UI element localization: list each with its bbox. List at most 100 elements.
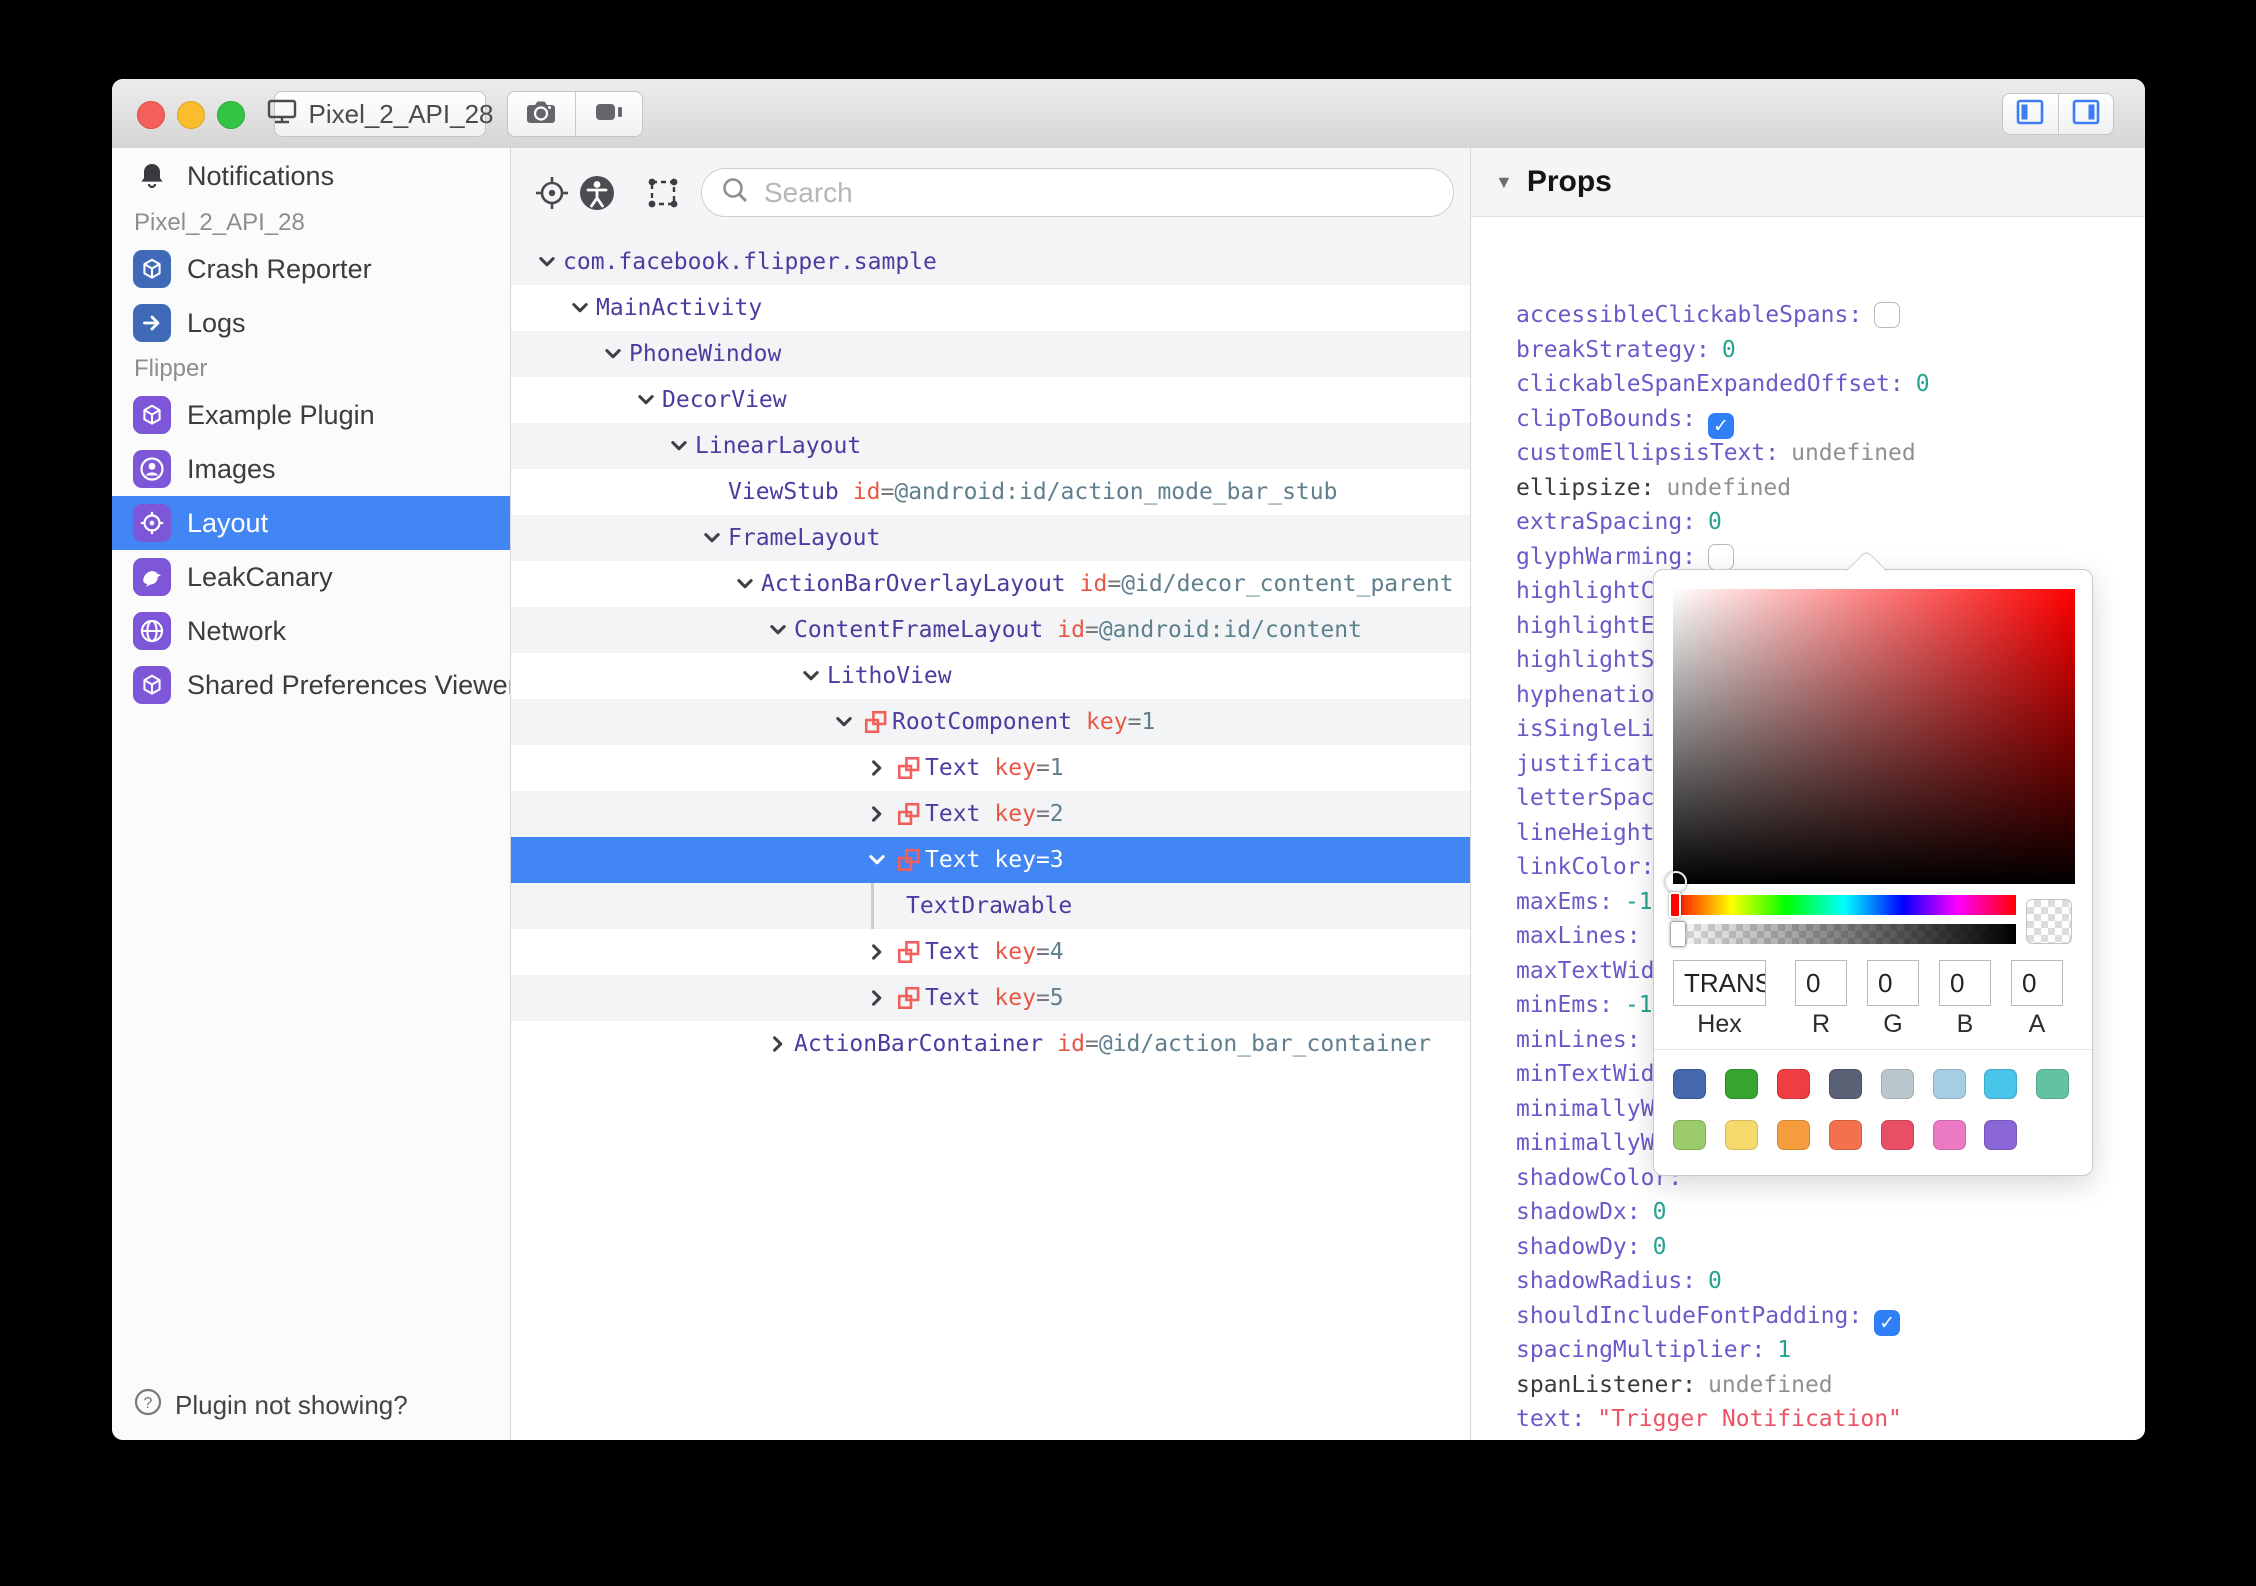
hue-slider[interactable] bbox=[1669, 892, 2016, 918]
color-swatch[interactable] bbox=[1984, 1069, 2018, 1099]
current-color-swatch bbox=[2026, 899, 2072, 944]
tree-row-text[interactable]: Text key = 3 bbox=[511, 837, 1470, 883]
color-swatch[interactable] bbox=[1932, 1069, 1966, 1099]
device-selector-button[interactable]: Pixel_2_API_28 bbox=[268, 91, 494, 137]
alpha-slider[interactable] bbox=[1670, 921, 2016, 947]
chevron-right-icon[interactable] bbox=[762, 1029, 794, 1059]
zoom-button[interactable] bbox=[217, 101, 245, 129]
props-header[interactable]: ▼ Props bbox=[1471, 148, 2145, 217]
color-swatch[interactable] bbox=[1828, 1120, 1862, 1150]
record-button[interactable] bbox=[574, 92, 643, 136]
saturation-brightness-area[interactable] bbox=[1665, 589, 2075, 893]
color-swatch[interactable] bbox=[1880, 1120, 1914, 1150]
color-swatch[interactable] bbox=[1984, 1120, 2018, 1150]
prop-name: maxLines: bbox=[1516, 923, 1641, 949]
tree-row-text[interactable]: Text key = 5 bbox=[511, 975, 1470, 1021]
chevron-down-icon[interactable] bbox=[795, 661, 827, 691]
checkbox-checked[interactable]: ✓ bbox=[1874, 1309, 1901, 1336]
chevron-down-icon[interactable] bbox=[729, 569, 761, 599]
tree-row-textdrawable[interactable]: TextDrawable bbox=[511, 883, 1470, 929]
sidebar-item-shared-preferences-viewer[interactable]: Shared Preferences Viewer bbox=[112, 658, 510, 712]
chevron-right-icon[interactable] bbox=[861, 799, 893, 829]
sidebar-item-network[interactable]: Network bbox=[112, 604, 510, 658]
tree-row-phonewindow[interactable]: PhoneWindow bbox=[511, 331, 1470, 377]
alpha-handle[interactable] bbox=[1670, 921, 1686, 947]
prop-row-spanListener: spanListener: undefined bbox=[1516, 1368, 2145, 1403]
chevron-down-icon[interactable] bbox=[630, 385, 662, 415]
checkbox-checked[interactable]: ✓ bbox=[1708, 412, 1735, 439]
chevron-down-icon[interactable] bbox=[861, 845, 893, 875]
minimize-button[interactable] bbox=[177, 101, 205, 129]
node-name: ViewStub bbox=[728, 479, 839, 505]
toggle-left-panel-button[interactable] bbox=[2003, 94, 2058, 134]
sidebar-item-label: Crash Reporter bbox=[187, 253, 372, 284]
sidebar-item-leakcanary[interactable]: LeakCanary bbox=[112, 550, 510, 604]
sidebar-item-images[interactable]: Images bbox=[112, 442, 510, 496]
color-swatch[interactable] bbox=[2036, 1069, 2070, 1099]
tree-row-rootcomponent[interactable]: RootComponent key = 1 bbox=[511, 699, 1470, 745]
checkbox-unchecked[interactable] bbox=[1874, 302, 1901, 328]
tree-row-contentframelayout[interactable]: ContentFrameLayout id = @android:id/content bbox=[511, 607, 1470, 653]
alpha-input[interactable] bbox=[2011, 960, 2063, 1006]
screenshot-button[interactable] bbox=[508, 92, 575, 136]
bounds-select-button[interactable] bbox=[644, 174, 682, 212]
capture-button-group bbox=[507, 91, 643, 137]
chevron-down-icon[interactable] bbox=[762, 615, 794, 645]
chevron-right-icon[interactable] bbox=[861, 753, 893, 783]
tree-row-text[interactable]: Text key = 1 bbox=[511, 745, 1470, 791]
checkbox-unchecked[interactable] bbox=[1708, 543, 1735, 570]
tree-row-decorview[interactable]: DecorView bbox=[511, 377, 1470, 423]
prop-value: 0 bbox=[1915, 371, 1930, 397]
tree-row-linearlayout[interactable]: LinearLayout bbox=[511, 423, 1470, 469]
sidebar-item-example-plugin[interactable]: Example Plugin bbox=[112, 388, 510, 442]
blue-input[interactable] bbox=[1939, 960, 1991, 1006]
color-swatch[interactable] bbox=[1776, 1069, 1810, 1099]
sidebar-item-crash-reporter[interactable]: Crash Reporter bbox=[112, 242, 510, 296]
tree-row-viewstub[interactable]: ViewStub id = @android:id/action_mode_bar_s… bbox=[511, 469, 1470, 515]
color-swatch[interactable] bbox=[1724, 1069, 1758, 1099]
sidebar-item-logs[interactable]: Logs bbox=[112, 296, 510, 350]
chevron-down-icon[interactable] bbox=[531, 247, 563, 277]
chevron-down-icon[interactable] bbox=[597, 339, 629, 369]
hue-handle[interactable] bbox=[1669, 892, 1681, 918]
chevron-down-icon[interactable] bbox=[696, 523, 728, 553]
prop-name: shadowDy: bbox=[1516, 1233, 1641, 1260]
target-select-button[interactable] bbox=[533, 174, 571, 212]
color-swatch[interactable] bbox=[1673, 1069, 1706, 1099]
color-swatch[interactable] bbox=[1776, 1120, 1810, 1150]
green-input[interactable] bbox=[1867, 960, 1919, 1006]
video-camera-icon bbox=[592, 97, 626, 132]
plugin-not-showing-link[interactable]: ? Plugin not showing? bbox=[133, 1387, 408, 1424]
chevron-right-icon[interactable] bbox=[861, 983, 893, 1013]
accessibility-mode-button[interactable] bbox=[578, 174, 616, 212]
tree-row-actionbarcontainer[interactable]: ActionBarContainer id = @id/action_bar_cont… bbox=[511, 1021, 1470, 1067]
close-button[interactable] bbox=[137, 101, 165, 129]
tree-row-framelayout[interactable]: FrameLayout bbox=[511, 515, 1470, 561]
tree-row-mainactivity[interactable]: MainActivity bbox=[511, 285, 1470, 331]
tree-row-text[interactable]: Text key = 2 bbox=[511, 791, 1470, 837]
chevron-right-icon[interactable] bbox=[861, 937, 893, 967]
tree-row-lithoview[interactable]: LithoView bbox=[511, 653, 1470, 699]
color-swatch[interactable] bbox=[1880, 1069, 1914, 1099]
sidebar-item-notifications[interactable]: Notifications bbox=[112, 148, 510, 204]
prop-row-customEllipsisText: customEllipsisText: undefined bbox=[1516, 436, 2145, 471]
sidebar-item-layout[interactable]: Layout bbox=[112, 496, 510, 550]
attr-equals: = bbox=[1035, 801, 1050, 827]
chevron-down-icon[interactable] bbox=[564, 293, 596, 323]
attr-key: key bbox=[994, 985, 1036, 1011]
tree-row-actionbaroverlaylayout[interactable]: ActionBarOverlayLayout id = @id/decor_conte… bbox=[511, 561, 1470, 607]
toggle-right-panel-button[interactable] bbox=[2057, 94, 2114, 134]
chevron-down-icon[interactable] bbox=[828, 707, 860, 737]
search-input[interactable] bbox=[762, 175, 1435, 210]
color-swatch[interactable] bbox=[1673, 1120, 1706, 1150]
color-swatch[interactable] bbox=[1828, 1069, 1862, 1099]
saturation-handle[interactable] bbox=[1665, 871, 1687, 893]
color-swatch[interactable] bbox=[1724, 1120, 1758, 1150]
hex-input[interactable] bbox=[1673, 960, 1766, 1006]
red-input[interactable] bbox=[1795, 960, 1847, 1006]
chevron-down-icon[interactable] bbox=[663, 431, 695, 461]
tree-row-com.facebook.flipper.sample[interactable]: com.facebook.flipper.sample bbox=[511, 239, 1470, 285]
color-swatch[interactable] bbox=[1932, 1120, 1966, 1150]
prop-row-shadowRadius: shadowRadius: 0 bbox=[1516, 1264, 2145, 1299]
tree-row-text[interactable]: Text key = 4 bbox=[511, 929, 1470, 975]
